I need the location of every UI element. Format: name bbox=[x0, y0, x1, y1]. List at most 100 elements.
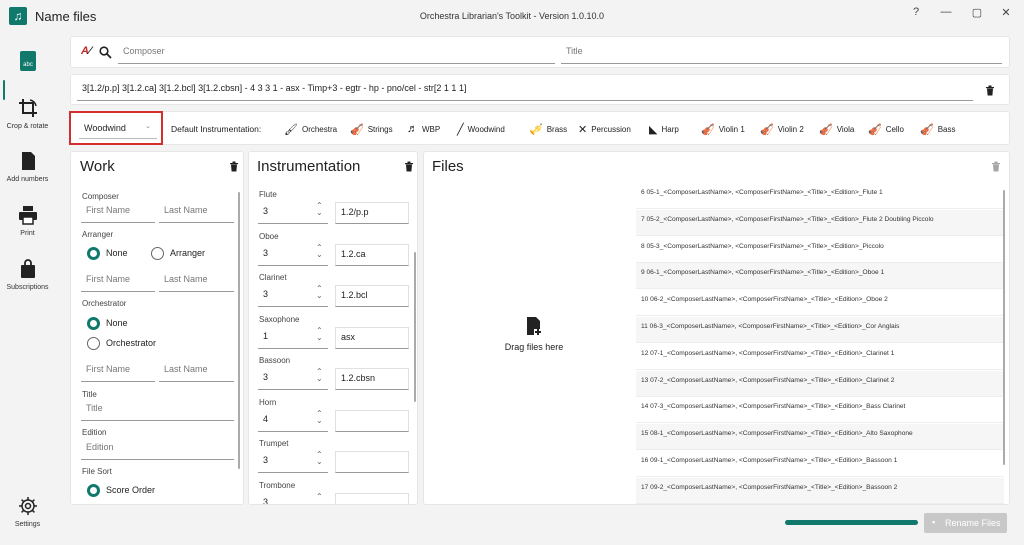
file-list-item[interactable]: 6 05-1_<ComposerLastName>, <ComposerFirs… bbox=[636, 183, 1004, 209]
orchestrator-orchestrator-radio[interactable] bbox=[87, 337, 100, 350]
trash-icon[interactable] bbox=[404, 161, 414, 172]
instrument-detail-input[interactable]: 1.2.cbsn bbox=[335, 368, 409, 390]
instr-button-cello[interactable]: 🎻 Cello bbox=[868, 123, 904, 136]
cello-icon: 🎻 bbox=[868, 124, 882, 136]
count-stepper-icon[interactable]: ⌃ ⌄ bbox=[316, 368, 323, 383]
file-list-item[interactable]: 15 08-1_<ComposerLastName>, <ComposerFir… bbox=[636, 424, 1004, 451]
file-sort-label: File Sort bbox=[82, 467, 112, 476]
instrument-detail-input[interactable]: 1.2.bcl bbox=[335, 285, 409, 307]
instr-button-brass[interactable]: 🎺 Brass bbox=[529, 123, 567, 136]
preset-dropdown[interactable]: Woodwind ⌄ bbox=[79, 117, 157, 139]
instrument-detail-input[interactable]: 1.2.ca bbox=[335, 243, 409, 266]
arranger-first-name-input[interactable]: First Name bbox=[81, 270, 155, 292]
count-stepper-icon[interactable]: ⌃ ⌄ bbox=[316, 243, 323, 258]
instr-button-orchestra[interactable]: 🖌 Orchestra bbox=[284, 123, 337, 136]
arranger-none-radio[interactable] bbox=[87, 247, 100, 260]
file-list-item[interactable]: 9 06-1_<ComposerLastName>, <ComposerFirs… bbox=[636, 263, 1004, 290]
instr-button-harp[interactable]: ◣ Harp bbox=[649, 123, 679, 136]
double-bass-icon: 🎻 bbox=[920, 124, 934, 136]
work-scrollbar[interactable] bbox=[238, 192, 240, 469]
instr-button-bass[interactable]: 🎻 Bass bbox=[920, 123, 956, 136]
instrument-detail-input[interactable]: asx bbox=[335, 326, 409, 349]
edition-input[interactable]: Edition bbox=[81, 438, 234, 460]
instrumentation-panel: Instrumentation Flute 3 ⌃ ⌄ 1.2/p.p Oboe 3 ⌃ ⌄ 1.… bbox=[248, 151, 418, 505]
file-sort-score-order-label: Score Order bbox=[106, 485, 156, 495]
count-stepper-icon[interactable]: ⌃ ⌄ bbox=[316, 285, 323, 300]
instr-button-strings[interactable]: 🎻 Strings bbox=[350, 123, 393, 136]
orchestrator-last-name-input[interactable]: Last Name bbox=[159, 360, 234, 382]
maximize-button[interactable]: ▢ bbox=[967, 6, 987, 19]
instrument-detail-input[interactable] bbox=[335, 409, 409, 432]
instrumentation-header: Instrumentation bbox=[257, 158, 361, 175]
files-scrollbar[interactable] bbox=[1003, 190, 1005, 465]
instr-button-wbp[interactable]: ♬ WBP bbox=[407, 123, 440, 135]
sidebar-item-add-numbers[interactable]: Add numbers bbox=[0, 150, 55, 183]
file-list-item[interactable]: 8 05-3_<ComposerLastName>, <ComposerFirs… bbox=[636, 237, 1004, 263]
file-list-item[interactable]: 11 06-3_<ComposerLastName>, <ComposerFir… bbox=[636, 317, 1004, 343]
file-list-item[interactable]: 10 06-2_<ComposerLastName>, <ComposerFir… bbox=[636, 290, 1004, 317]
composer-first-name-input[interactable]: First Name bbox=[81, 201, 155, 223]
sidebar-item-label: Settings bbox=[14, 521, 41, 528]
document-icon bbox=[21, 152, 35, 170]
instrument-detail-input[interactable]: 1.2/p.p bbox=[335, 202, 409, 224]
sidebar-item-name-files[interactable]: abc bbox=[0, 50, 55, 76]
composer-search-input[interactable]: Composer bbox=[118, 42, 555, 64]
instr-button-viola[interactable]: 🎻 Viola bbox=[819, 123, 854, 136]
help-button[interactable]: ? bbox=[906, 6, 926, 18]
title-input[interactable]: Title bbox=[81, 399, 234, 421]
file-list-item[interactable]: 7 05-2_<ComposerLastName>, <ComposerFirs… bbox=[636, 209, 1004, 236]
clarinet-icon: ╱ bbox=[457, 124, 464, 136]
count-stepper-icon[interactable]: ⌃ ⌄ bbox=[316, 492, 323, 504]
arranger-none-label: None bbox=[106, 248, 128, 258]
count-stepper-icon[interactable]: ⌃ ⌄ bbox=[316, 409, 323, 424]
composer-last-name-input[interactable]: Last Name bbox=[159, 201, 234, 223]
file-list-item[interactable]: 17 09-2_<ComposerLastName>, <ComposerFir… bbox=[636, 477, 1004, 504]
file-sort-score-order-radio[interactable] bbox=[87, 484, 100, 497]
sidebar-item-print[interactable]: Print bbox=[0, 204, 55, 237]
instrument-name-label: Horn bbox=[259, 397, 277, 407]
count-stepper-icon[interactable]: ⌃ ⌄ bbox=[316, 326, 323, 341]
trash-icon[interactable] bbox=[229, 161, 239, 172]
file-list-item[interactable]: 14 07-3_<ComposerLastName>, <ComposerFir… bbox=[636, 397, 1004, 424]
instrument-detail-input[interactable] bbox=[335, 451, 409, 473]
drag-files-text: Drag files here bbox=[504, 342, 564, 352]
conductor-icon: 🖌 bbox=[284, 124, 298, 136]
arranger-arranger-radio[interactable] bbox=[151, 247, 164, 260]
drop-zone[interactable]: Drag files here bbox=[424, 182, 634, 502]
file-list-item[interactable]: 12 07-1_<ComposerLastName>, <ComposerFir… bbox=[636, 344, 1004, 370]
instr-button-violin1[interactable]: 🎻 Violin 1 bbox=[701, 123, 745, 136]
preset-dropdown-value: Woodwind bbox=[84, 123, 126, 133]
orchestrator-orchestrator-label: Orchestrator bbox=[106, 338, 157, 348]
edition-label: Edition bbox=[82, 428, 107, 437]
rename-files-button[interactable]: ▪ Rename Files bbox=[924, 513, 1007, 533]
orchestrator-none-radio[interactable] bbox=[87, 317, 100, 330]
count-stepper-icon[interactable]: ⌃ ⌄ bbox=[316, 451, 323, 466]
file-list-item[interactable]: 13 07-2_<ComposerLastName>, <ComposerFir… bbox=[636, 370, 1004, 397]
title-search-input[interactable]: Title bbox=[561, 42, 1002, 64]
instr-button-violin2[interactable]: 🎻 Violin 2 bbox=[760, 123, 804, 136]
instrument-detail-input[interactable] bbox=[335, 492, 409, 504]
sidebar-item-label: Crop & rotate bbox=[6, 123, 49, 130]
rename-file-icon: ▪ bbox=[932, 517, 936, 527]
arranger-last-name-input[interactable]: Last Name bbox=[159, 270, 234, 292]
work-header: Work bbox=[80, 158, 115, 175]
arranger-label: Arranger bbox=[82, 230, 114, 239]
orchestrator-first-name-input[interactable]: First Name bbox=[81, 360, 155, 382]
trash-icon[interactable] bbox=[991, 161, 1001, 172]
sidebar-item-settings[interactable]: Settings bbox=[0, 495, 55, 528]
file-list-item[interactable]: 16 09-1_<ComposerLastName>, <ComposerFir… bbox=[636, 451, 1004, 477]
trash-icon[interactable] bbox=[985, 85, 995, 96]
sidebar-item-label: Add numbers bbox=[6, 176, 49, 183]
sidebar-item-subscriptions[interactable]: Subscriptions bbox=[0, 258, 55, 291]
count-stepper-icon[interactable]: ⌃ ⌄ bbox=[316, 202, 323, 217]
instr-button-percussion[interactable]: ✕ Percussion bbox=[578, 123, 631, 136]
instrument-name-label: Oboe bbox=[259, 231, 279, 241]
instr-button-woodwind[interactable]: ╱ Woodwind bbox=[457, 123, 505, 136]
close-button[interactable]: ✕ bbox=[996, 6, 1016, 19]
instrumentation-string-input[interactable]: 3[1.2/p.p] 3[1.2.ca] 3[1.2.bcl] 3[1.2.cb… bbox=[77, 79, 973, 101]
instrument-name-label: Flute bbox=[259, 190, 277, 199]
minimize-button[interactable]: — bbox=[936, 6, 956, 18]
instrumentation-scrollbar[interactable] bbox=[414, 252, 416, 402]
sidebar-item-crop-rotate[interactable]: Crop & rotate bbox=[0, 97, 55, 130]
spellcheck-icon: A⁄ bbox=[81, 45, 91, 57]
